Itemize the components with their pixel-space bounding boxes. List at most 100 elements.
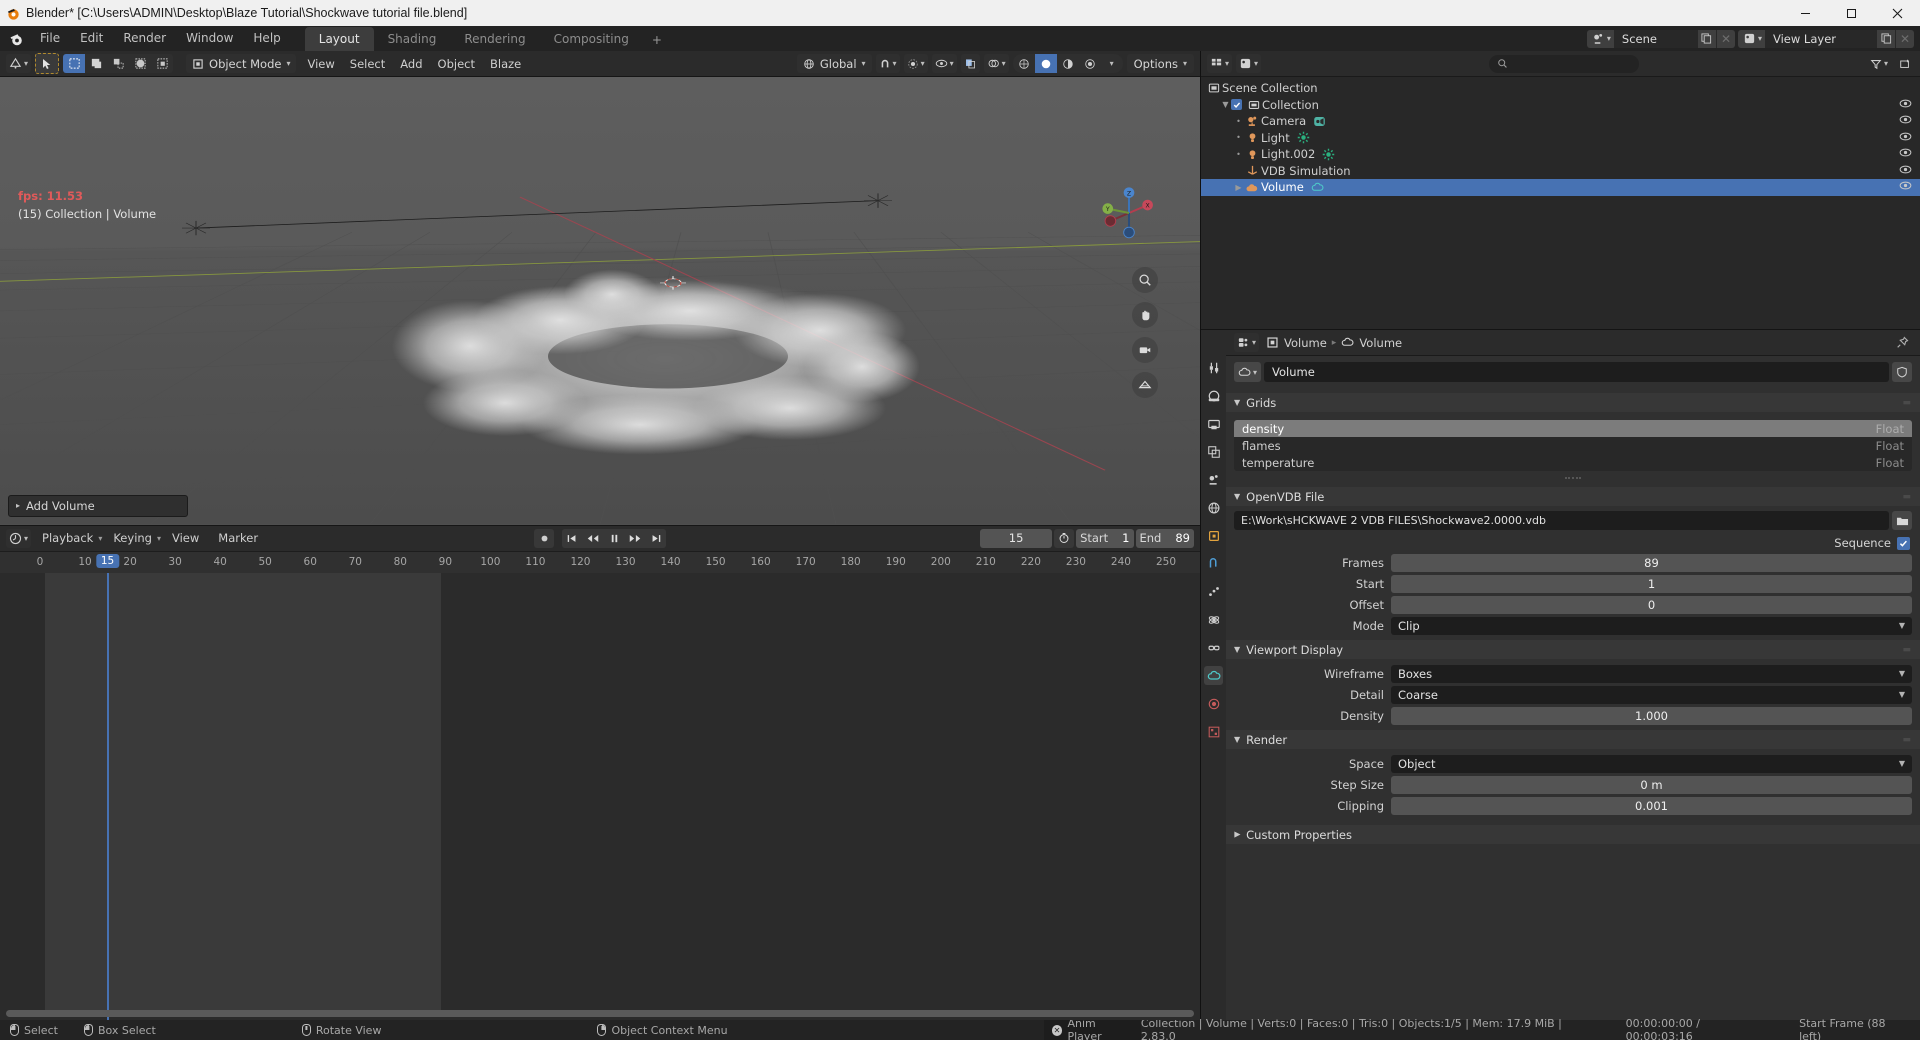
outliner-new-collection-icon[interactable] [1895, 54, 1914, 73]
panel-header-render[interactable]: ▼ Render ▬ [1226, 730, 1920, 749]
viewport-menu-object[interactable]: Object [431, 55, 482, 73]
panel-header-viewport-display[interactable]: ▼ Viewport Display ▬ [1226, 640, 1920, 659]
previous-keyframe-icon[interactable] [583, 528, 603, 548]
xray-toggle-icon[interactable] [960, 54, 980, 73]
timeline-ruler[interactable]: 0 10 20 30 40 50 60 70 80 90 100 110 120 130 140 150 160… [0, 550, 1200, 573]
add-volume-operator-panel[interactable]: ▸ Add Volume [8, 494, 188, 517]
tab-compositing[interactable]: Compositing [540, 27, 643, 51]
tab-shading[interactable]: Shading [374, 27, 451, 51]
toggle-ortho-perspective-icon[interactable] [1132, 372, 1158, 398]
navigation-gizmo[interactable]: X Z Y [1098, 182, 1160, 244]
hide-in-viewport-icon[interactable] [1899, 131, 1912, 145]
snap-magnet-icon[interactable]: ▾ [875, 54, 900, 73]
timeline-body[interactable] [0, 572, 1200, 1020]
outliner-row-volume[interactable]: ▶ Volume [1201, 179, 1920, 196]
menu-render[interactable]: Render [113, 28, 176, 49]
tab-layout[interactable]: Layout [304, 27, 374, 51]
hide-in-viewport-icon[interactable] [1899, 164, 1912, 178]
select-tool-active[interactable] [35, 53, 60, 74]
shading-material-icon[interactable] [1057, 54, 1079, 73]
outliner-search-input[interactable] [1489, 54, 1640, 73]
timeline-playhead[interactable] [106, 572, 109, 1020]
panel-header-openvdb[interactable]: ▼ OpenVDB File ▬ [1226, 487, 1920, 506]
timeline-menu-keying[interactable]: Keying [105, 528, 160, 548]
hide-in-viewport-icon[interactable] [1899, 98, 1912, 112]
timeline-horizontal-scrollbar[interactable] [6, 1010, 1194, 1017]
properties-tab-physics[interactable] [1204, 610, 1223, 629]
viewport-menu-select[interactable]: Select [343, 55, 392, 73]
timeline-menu-playback[interactable]: Playback [34, 528, 101, 548]
shading-solid-icon[interactable] [1034, 54, 1057, 73]
timeline-menu-view[interactable]: View [164, 528, 207, 548]
light-data-icon[interactable] [1322, 148, 1335, 161]
disclosure-triangle-icon[interactable]: • [1233, 150, 1244, 159]
field-value-step-size[interactable]: 0 m [1391, 775, 1912, 794]
field-value-space[interactable]: Object ▼ [1391, 754, 1912, 773]
properties-tab-scene[interactable] [1204, 470, 1223, 489]
datablock-name-input[interactable]: Volume [1264, 362, 1889, 382]
disclosure-triangle-icon[interactable]: • [1233, 133, 1244, 142]
start-frame-field[interactable]: Start 1 [1076, 528, 1134, 548]
grids-list[interactable]: density Float flames Float temperature Float [1234, 420, 1912, 471]
pin-id-icon[interactable] [1893, 333, 1912, 352]
minimize-button[interactable] [1782, 0, 1828, 26]
tab-rendering[interactable]: Rendering [450, 27, 539, 51]
hide-in-viewport-icon[interactable] [1899, 114, 1912, 128]
disclosure-triangle-icon[interactable]: ▼ [1220, 100, 1231, 109]
use-preview-range-icon[interactable] [1054, 528, 1075, 548]
properties-tab-constraints[interactable] [1204, 638, 1223, 657]
properties-tab-material[interactable] [1204, 694, 1223, 713]
add-workspace-button[interactable]: + [643, 29, 671, 51]
properties-tab-object[interactable] [1204, 526, 1223, 545]
jump-to-end-icon[interactable] [646, 528, 666, 548]
properties-tab-view-layer[interactable] [1204, 442, 1223, 461]
proportional-editing-icon[interactable]: ▾ [903, 54, 928, 73]
scene-selector[interactable]: ▾ Scene ✕ [1586, 29, 1735, 48]
pan-hand-icon[interactable] [1132, 302, 1158, 328]
breadcrumb-data[interactable]: Volume [1359, 336, 1402, 350]
overlays-toggle-icon[interactable]: ▾ [983, 54, 1009, 73]
field-value-clipping[interactable]: 0.001 [1391, 796, 1912, 815]
next-keyframe-icon[interactable] [625, 528, 645, 548]
volume-datablock-icon[interactable]: ▾ [1234, 362, 1262, 382]
new-scene-button[interactable] [1697, 29, 1716, 48]
properties-tab-texture[interactable] [1204, 722, 1223, 741]
grid-row-density[interactable]: density Float [1234, 420, 1912, 437]
current-frame-field[interactable]: 15 [980, 528, 1053, 548]
end-frame-field[interactable]: End 89 [1135, 528, 1194, 548]
shading-dropdown-icon[interactable]: ▾ [1101, 54, 1123, 73]
panel-header-custom-properties[interactable]: ▼ Custom Properties [1226, 825, 1920, 844]
3d-viewport[interactable]: fps: 11.53 (15) Collection | Volume X Z [0, 77, 1200, 525]
close-button[interactable] [1874, 0, 1920, 26]
overlays-visibility-icon[interactable]: ▾ [931, 54, 957, 73]
view-layer-selector[interactable]: ▾ View Layer ✕ [1737, 29, 1914, 48]
properties-tab-tool[interactable] [1204, 358, 1223, 377]
menu-file[interactable]: File [30, 28, 70, 49]
volume-data-icon[interactable] [1311, 181, 1324, 194]
fake-user-shield-icon[interactable] [1892, 362, 1912, 382]
select-invert-icon[interactable] [129, 54, 151, 73]
viewport-menu-blaze[interactable]: Blaze [483, 55, 528, 73]
panel-header-grids[interactable]: ▼ Grids ▬ [1226, 393, 1920, 412]
zoom-icon[interactable] [1132, 267, 1158, 293]
timeline-editor-type-icon[interactable]: ▾ [6, 528, 32, 548]
viewport-options-button[interactable]: Options ▾ [1126, 54, 1194, 73]
outliner-row-scene-collection[interactable]: Scene Collection [1201, 80, 1920, 97]
field-value-density[interactable]: 1.000 [1391, 706, 1912, 725]
new-view-layer-button[interactable] [1877, 29, 1895, 48]
select-box-icon[interactable] [63, 54, 86, 73]
hide-in-viewport-icon[interactable] [1899, 180, 1912, 194]
jump-to-start-icon[interactable] [562, 528, 582, 548]
outliner-editor-type-icon[interactable]: ▾ [1207, 54, 1233, 73]
open-file-browser-icon[interactable] [1892, 511, 1912, 530]
breadcrumb-object[interactable]: Volume [1284, 336, 1327, 350]
select-subtract-icon[interactable] [107, 54, 129, 73]
sequence-checkbox[interactable] [1897, 536, 1910, 550]
properties-tab-particles[interactable] [1204, 582, 1223, 601]
properties-tab-output[interactable] [1204, 414, 1223, 433]
field-value-mode[interactable]: Clip ▼ [1391, 616, 1912, 635]
field-value-start[interactable]: 1 [1391, 574, 1912, 593]
unlink-scene-button[interactable]: ✕ [1716, 29, 1735, 48]
viewport-menu-view[interactable]: View [300, 55, 341, 73]
timeline-playhead-badge[interactable]: 15 [95, 553, 120, 568]
